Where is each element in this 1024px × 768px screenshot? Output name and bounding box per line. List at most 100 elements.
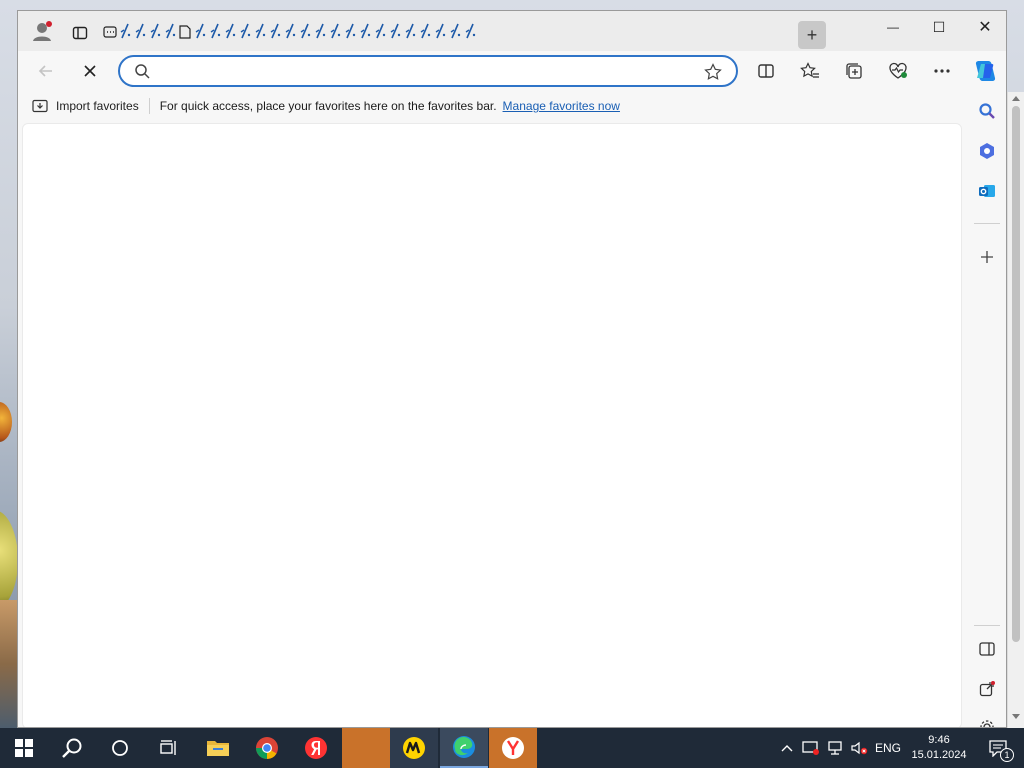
tab-favicon-icon — [240, 23, 250, 39]
tab-actions-button[interactable] — [66, 19, 94, 47]
tab-loading-icon[interactable] — [237, 23, 252, 41]
folder-icon — [207, 741, 229, 756]
file-explorer-button[interactable] — [194, 728, 242, 768]
tab-favicon-icon — [420, 23, 430, 39]
back-button[interactable] — [32, 57, 60, 85]
new-tab-button[interactable]: + — [798, 21, 826, 49]
tab-loading-icon[interactable] — [162, 23, 177, 41]
title-bar: + — ☐ ✕ — [18, 11, 1006, 51]
tab-loading-icon[interactable] — [147, 23, 162, 41]
tab-loading-icon[interactable] — [267, 23, 282, 41]
tab-loading-icon[interactable] — [432, 23, 447, 41]
collections-button[interactable] — [840, 57, 868, 85]
tray-app-button[interactable] — [800, 728, 822, 768]
tab-loading-icon[interactable] — [192, 23, 207, 41]
taskbar-app-active[interactable] — [342, 728, 390, 768]
tab-page-icon[interactable] — [102, 25, 117, 43]
task-view-button[interactable] — [144, 728, 192, 768]
yandex-icon — [305, 737, 327, 759]
tab-loading-icon[interactable] — [417, 23, 432, 41]
tab-favicon-icon — [390, 23, 400, 39]
action-center-button[interactable]: 1 — [978, 728, 1018, 768]
sidebar-divider — [974, 625, 1000, 626]
profile-button[interactable] — [28, 17, 56, 45]
volume-muted-icon — [851, 741, 868, 755]
tab-page-icon[interactable] — [117, 23, 132, 41]
tab-favicon-icon — [435, 23, 445, 39]
display-alert-icon — [802, 741, 819, 755]
maximize-button[interactable]: ☐ — [916, 11, 962, 43]
edge-button[interactable] — [440, 728, 488, 768]
settings-more-button[interactable] — [928, 57, 956, 85]
yandex-app-active[interactable] — [489, 728, 537, 768]
search-icon — [979, 103, 995, 119]
tab-favicon-icon — [300, 23, 310, 39]
split-screen-button[interactable] — [752, 57, 780, 85]
address-bar[interactable] — [118, 55, 738, 87]
sidebar-search-button[interactable] — [973, 97, 1001, 125]
rock-landscape — [0, 600, 18, 728]
balloon-image — [0, 402, 12, 442]
tab-loading-icon[interactable] — [312, 23, 327, 41]
copilot-button[interactable] — [970, 56, 1000, 86]
profile-icon — [33, 21, 52, 41]
tab-loading-icon[interactable] — [387, 23, 402, 41]
tab-favicon-icon — [345, 23, 355, 39]
manage-favorites-link[interactable]: Manage favorites now — [503, 99, 620, 113]
clock[interactable]: 9:46 15.01.2024 — [906, 728, 972, 768]
favorites-button[interactable] — [796, 57, 824, 85]
tab-loading-icon[interactable] — [447, 23, 462, 41]
tab-loading-icon[interactable] — [207, 23, 222, 41]
tab-loading-icon[interactable] — [342, 23, 357, 41]
tab-loading-icon[interactable] — [222, 23, 237, 41]
tab-favicon-icon — [270, 23, 280, 39]
collections-icon — [846, 63, 862, 79]
market-app-button[interactable] — [390, 728, 438, 768]
scroll-up-arrow-icon[interactable] — [1012, 96, 1020, 101]
sidebar-open-window-button[interactable] — [973, 675, 1001, 703]
notification-count-badge: 1 — [1000, 748, 1014, 762]
scroll-down-arrow-icon[interactable] — [1012, 714, 1020, 719]
edge-sidebar — [966, 91, 1006, 727]
market-icon — [403, 737, 425, 759]
scrollbar-thumb[interactable] — [1012, 106, 1020, 642]
tab-favicon-icon — [225, 23, 235, 39]
favorites-bar: Import favorites For quick access, place… — [18, 91, 1006, 121]
sidebar-hide-button[interactable] — [973, 635, 1001, 663]
tab-loading-icon[interactable] — [282, 23, 297, 41]
tab-loading-icon[interactable] — [402, 23, 417, 41]
stop-loading-button[interactable] — [76, 57, 104, 85]
tab-loading-icon[interactable] — [177, 25, 192, 43]
sidebar-settings-button[interactable] — [973, 713, 1001, 727]
star-icon[interactable] — [704, 63, 722, 81]
sidebar-outlook-button[interactable] — [973, 177, 1001, 205]
chrome-icon — [256, 737, 278, 759]
sidebar-copilot-shopping-button[interactable] — [973, 137, 1001, 165]
tab-loading-icon[interactable] — [252, 23, 267, 41]
import-favorites-button[interactable]: Import favorites — [56, 99, 139, 113]
tab-loading-icon[interactable] — [357, 23, 372, 41]
clock-date: 15.01.2024 — [911, 749, 967, 761]
yandex-browser-button[interactable] — [292, 728, 340, 768]
tab-loading-icon[interactable] — [462, 23, 477, 41]
browser-essentials-button[interactable] — [884, 57, 912, 85]
start-button[interactable] — [0, 728, 48, 768]
volume-button[interactable] — [848, 728, 870, 768]
tab-loading-icon[interactable] — [132, 23, 147, 41]
minimize-button[interactable]: — — [870, 11, 916, 43]
show-hidden-icons-button[interactable] — [778, 728, 796, 768]
tab-favicon-icon — [360, 23, 370, 39]
tab-loading-icon[interactable] — [327, 23, 342, 41]
address-input[interactable] — [156, 61, 696, 81]
sidebar-add-button[interactable] — [973, 243, 1001, 271]
cortana-button[interactable] — [96, 728, 144, 768]
search-button[interactable] — [48, 728, 96, 768]
clock-time: 9:46 — [928, 734, 950, 746]
tab-loading-icon[interactable] — [372, 23, 387, 41]
page-scrollbar[interactable] — [1007, 92, 1024, 728]
network-button[interactable] — [825, 728, 847, 768]
chrome-button[interactable] — [243, 728, 291, 768]
language-indicator[interactable]: ENG — [872, 728, 904, 768]
tab-loading-icon[interactable] — [297, 23, 312, 41]
close-button[interactable]: ✕ — [962, 11, 1006, 43]
